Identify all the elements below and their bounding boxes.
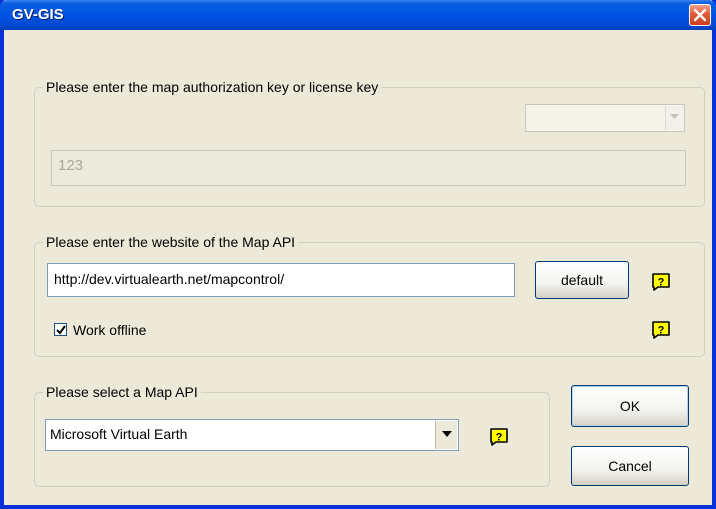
map-api-help-icon[interactable]: ?: [490, 428, 508, 446]
map-api-website-group: Please enter the website of the Map API …: [34, 234, 705, 357]
license-key-group-legend: Please enter the map authorization key o…: [43, 79, 382, 95]
window-title: GV-GIS: [12, 6, 64, 23]
work-offline-checkbox[interactable]: [54, 323, 67, 336]
map-api-select-group: Please select a Map API Microsoft Virtua…: [34, 384, 550, 487]
checkmark-icon: [56, 325, 66, 335]
map-api-select-value: Microsoft Virtual Earth: [50, 426, 188, 442]
chevron-down-icon: [442, 431, 452, 437]
map-api-select-arrow[interactable]: [435, 421, 457, 449]
help-icon[interactable]: ?: [652, 273, 670, 291]
close-icon: [693, 8, 707, 22]
map-api-select[interactable]: Microsoft Virtual Earth: [45, 419, 459, 451]
default-button-label: default: [560, 272, 604, 288]
key-type-select-arrow: [665, 106, 683, 130]
license-key-group: Please enter the map authorization key o…: [34, 79, 705, 207]
ok-button-label: OK: [619, 398, 641, 414]
map-api-url-input[interactable]: http://dev.virtualearth.net/mapcontrol/: [47, 263, 515, 297]
default-button[interactable]: default: [535, 261, 629, 299]
svg-text:?: ?: [658, 325, 665, 337]
key-type-select: [525, 104, 685, 132]
chevron-down-icon: [670, 114, 679, 119]
map-api-website-group-legend: Please enter the website of the Map API: [43, 234, 299, 250]
svg-text:?: ?: [658, 277, 665, 289]
cancel-button[interactable]: Cancel: [571, 446, 689, 486]
close-button[interactable]: [689, 4, 711, 26]
title-bar[interactable]: GV-GIS: [0, 0, 716, 30]
work-offline-help-icon[interactable]: ?: [652, 321, 670, 339]
work-offline-label[interactable]: Work offline: [73, 322, 146, 338]
map-api-select-group-legend: Please select a Map API: [43, 384, 201, 400]
cancel-button-label: Cancel: [608, 458, 652, 474]
svg-text:?: ?: [496, 432, 503, 444]
dialog-window: GV-GIS Please enter the map authorizatio…: [0, 0, 716, 509]
license-key-input: 123: [51, 150, 686, 186]
ok-button[interactable]: OK: [571, 385, 689, 427]
